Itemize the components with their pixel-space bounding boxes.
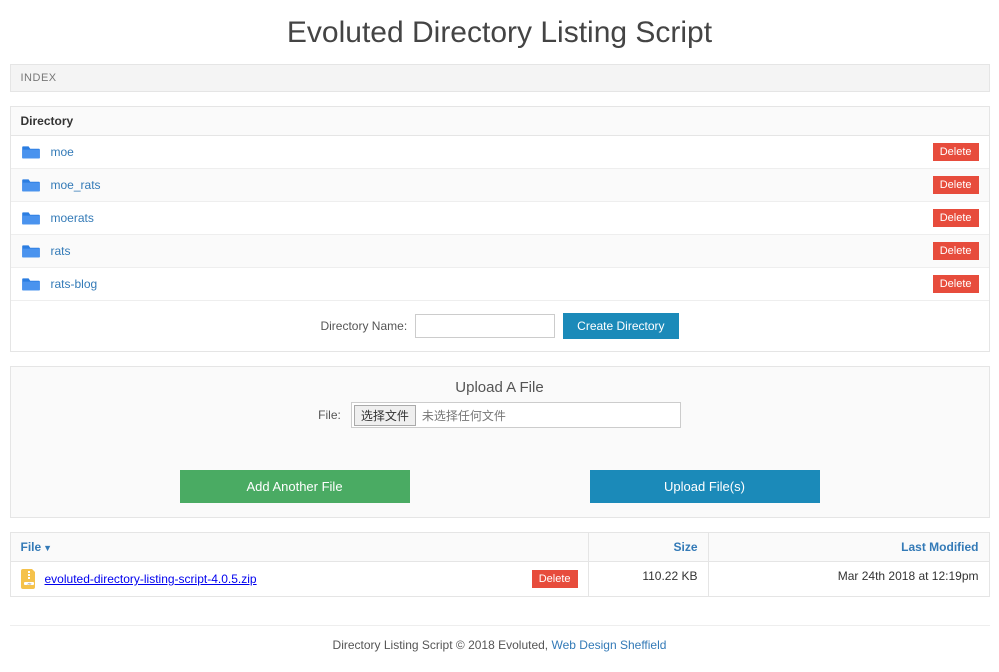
folder-icon	[21, 177, 41, 193]
directory-panel: Directory moeDeletemoe_ratsDeletemoerats…	[10, 106, 990, 352]
directory-row: moe Delete	[11, 136, 989, 169]
directory-link[interactable]: moerats	[51, 211, 94, 225]
upload-panel: Upload A File File: 选择文件 未选择任何文件 Add Ano…	[10, 366, 990, 518]
directory-row: rats Delete	[11, 235, 989, 268]
create-directory-form: Directory Name: Create Directory	[11, 300, 989, 351]
directory-link[interactable]: moe_rats	[51, 178, 101, 192]
delete-file-button[interactable]: Delete	[532, 570, 578, 588]
size-header[interactable]: Size	[589, 533, 709, 561]
upload-files-button[interactable]: Upload File(s)	[590, 470, 820, 503]
no-file-text: 未选择任何文件	[422, 407, 506, 424]
directory-name-input[interactable]	[415, 314, 555, 338]
create-directory-button[interactable]: Create Directory	[563, 313, 678, 339]
directory-link[interactable]: moe	[51, 145, 74, 159]
delete-directory-button[interactable]: Delete	[933, 176, 979, 194]
delete-directory-button[interactable]: Delete	[933, 275, 979, 293]
file-label: File:	[318, 408, 341, 422]
directory-row: moerats Delete	[11, 202, 989, 235]
folder-icon	[21, 144, 41, 160]
directory-row: rats-blog Delete	[11, 268, 989, 300]
zip-file-icon: .zip	[21, 569, 37, 589]
file-header[interactable]: File▼	[21, 540, 53, 554]
footer: Directory Listing Script © 2018 Evoluted…	[10, 625, 990, 652]
page-title: Evoluted Directory Listing Script	[10, 16, 990, 50]
directory-link[interactable]: rats	[51, 244, 71, 258]
delete-directory-button[interactable]: Delete	[933, 209, 979, 227]
folder-icon	[21, 276, 41, 292]
footer-link[interactable]: Web Design Sheffield	[551, 638, 666, 652]
upload-title: Upload A File	[21, 379, 979, 396]
file-link[interactable]: evoluted-directory-listing-script-4.0.5.…	[45, 572, 257, 586]
file-modified: Mar 24th 2018 at 12:19pm	[709, 562, 989, 596]
directory-row: moe_rats Delete	[11, 169, 989, 202]
add-another-file-button[interactable]: Add Another File	[180, 470, 410, 503]
folder-icon	[21, 210, 41, 226]
folder-icon	[21, 243, 41, 259]
directory-link[interactable]: rats-blog	[51, 277, 98, 291]
file-row: .zip evoluted-directory-listing-script-4.…	[11, 562, 989, 596]
file-size: 110.22 KB	[589, 562, 709, 596]
directory-name-label: Directory Name:	[320, 319, 407, 333]
modified-header[interactable]: Last Modified	[709, 533, 989, 561]
directory-heading: Directory	[11, 107, 989, 136]
svg-text:.zip: .zip	[26, 582, 31, 586]
choose-file-button[interactable]: 选择文件	[354, 405, 416, 426]
sort-desc-icon: ▼	[43, 543, 52, 553]
file-table: File▼ Size Last Modified .zip evoluted-di…	[10, 532, 990, 597]
file-input[interactable]: 选择文件 未选择任何文件	[351, 402, 681, 428]
delete-directory-button[interactable]: Delete	[933, 143, 979, 161]
delete-directory-button[interactable]: Delete	[933, 242, 979, 260]
breadcrumb[interactable]: INDEX	[10, 64, 990, 92]
